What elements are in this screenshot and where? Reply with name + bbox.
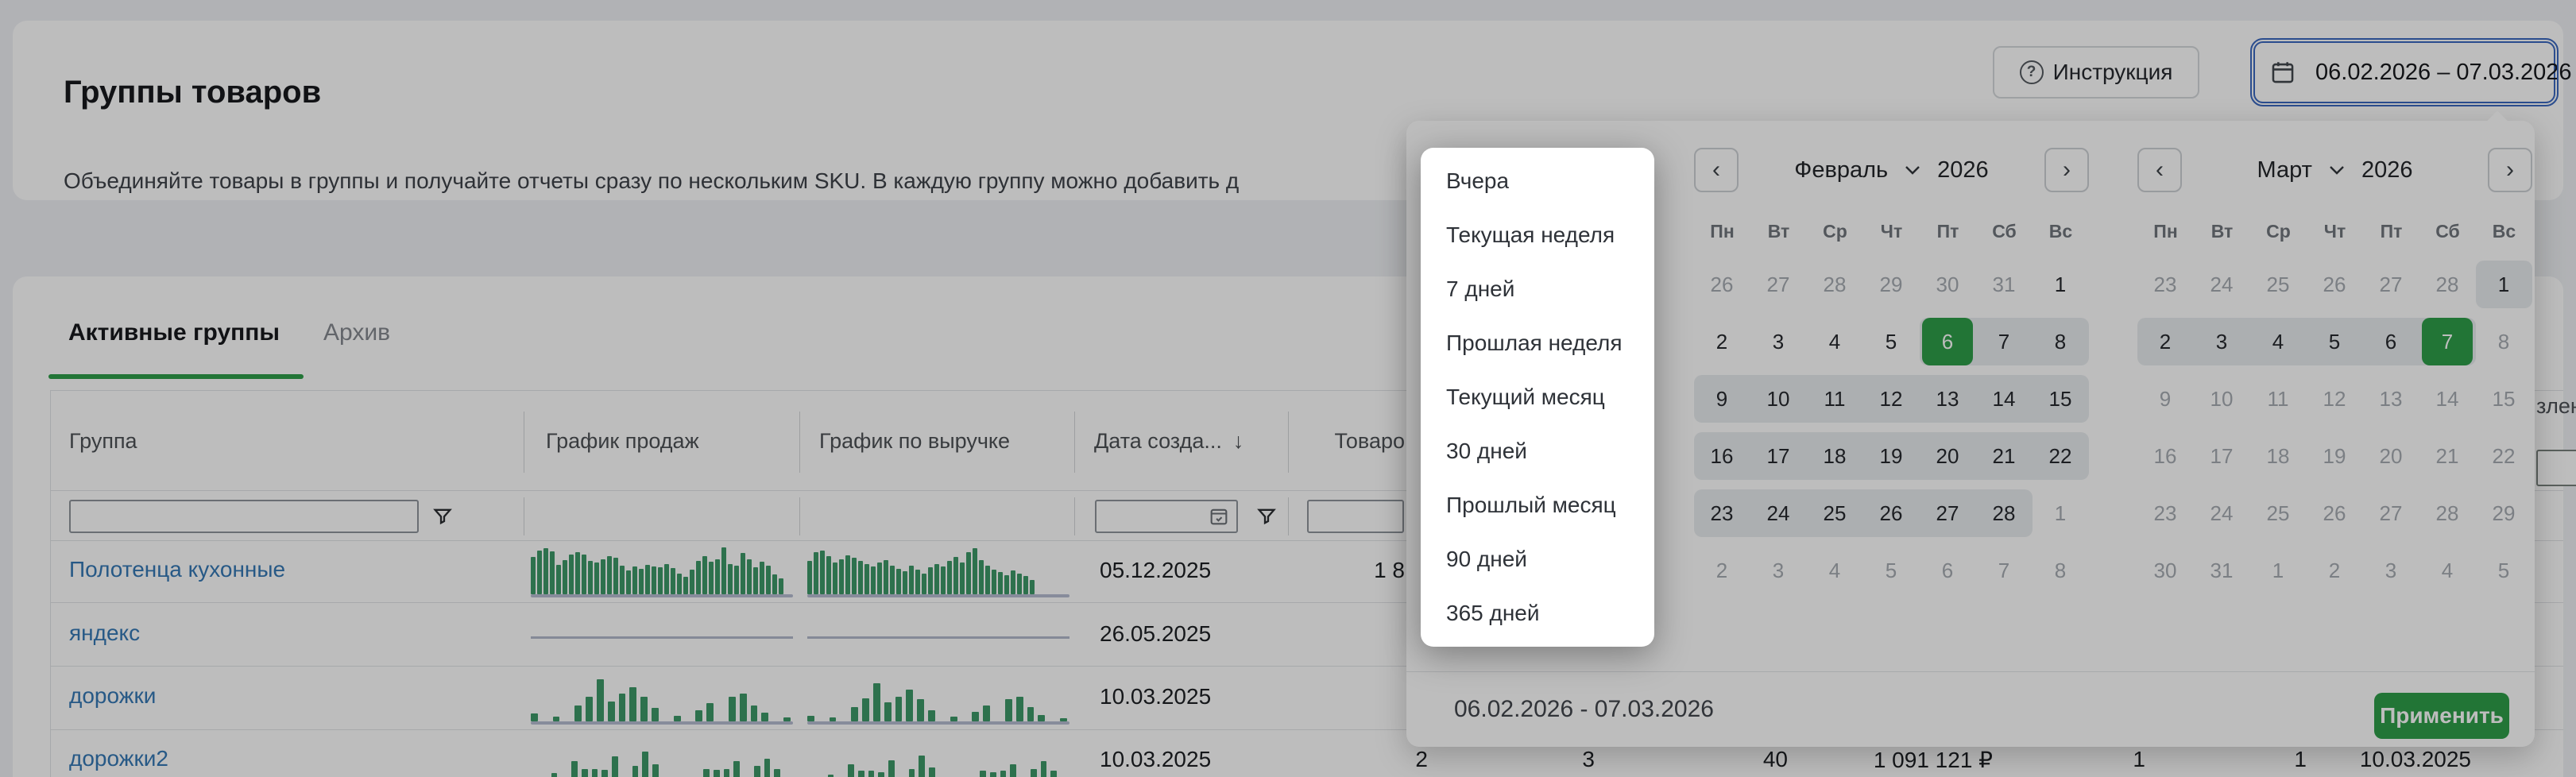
preset-item[interactable]: 365 дней [1421, 586, 1654, 640]
preset-item[interactable]: Текущий месяц [1421, 370, 1654, 424]
preset-item[interactable]: 90 дней [1421, 532, 1654, 586]
preset-item[interactable]: 30 дней [1421, 424, 1654, 478]
preset-item[interactable]: Прошлая неделя [1421, 316, 1654, 370]
modal-overlay[interactable] [0, 0, 2576, 777]
app-screen: Группы товаров Объединяйте товары в груп… [0, 0, 2576, 777]
preset-item[interactable]: Текущая неделя [1421, 208, 1654, 262]
preset-item[interactable]: 7 дней [1421, 262, 1654, 316]
quick-range-menu: ВчераТекущая неделя7 днейПрошлая неделяТ… [1421, 148, 1654, 647]
preset-item[interactable]: Вчера [1421, 154, 1654, 208]
preset-item[interactable]: Прошлый месяц [1421, 478, 1654, 532]
